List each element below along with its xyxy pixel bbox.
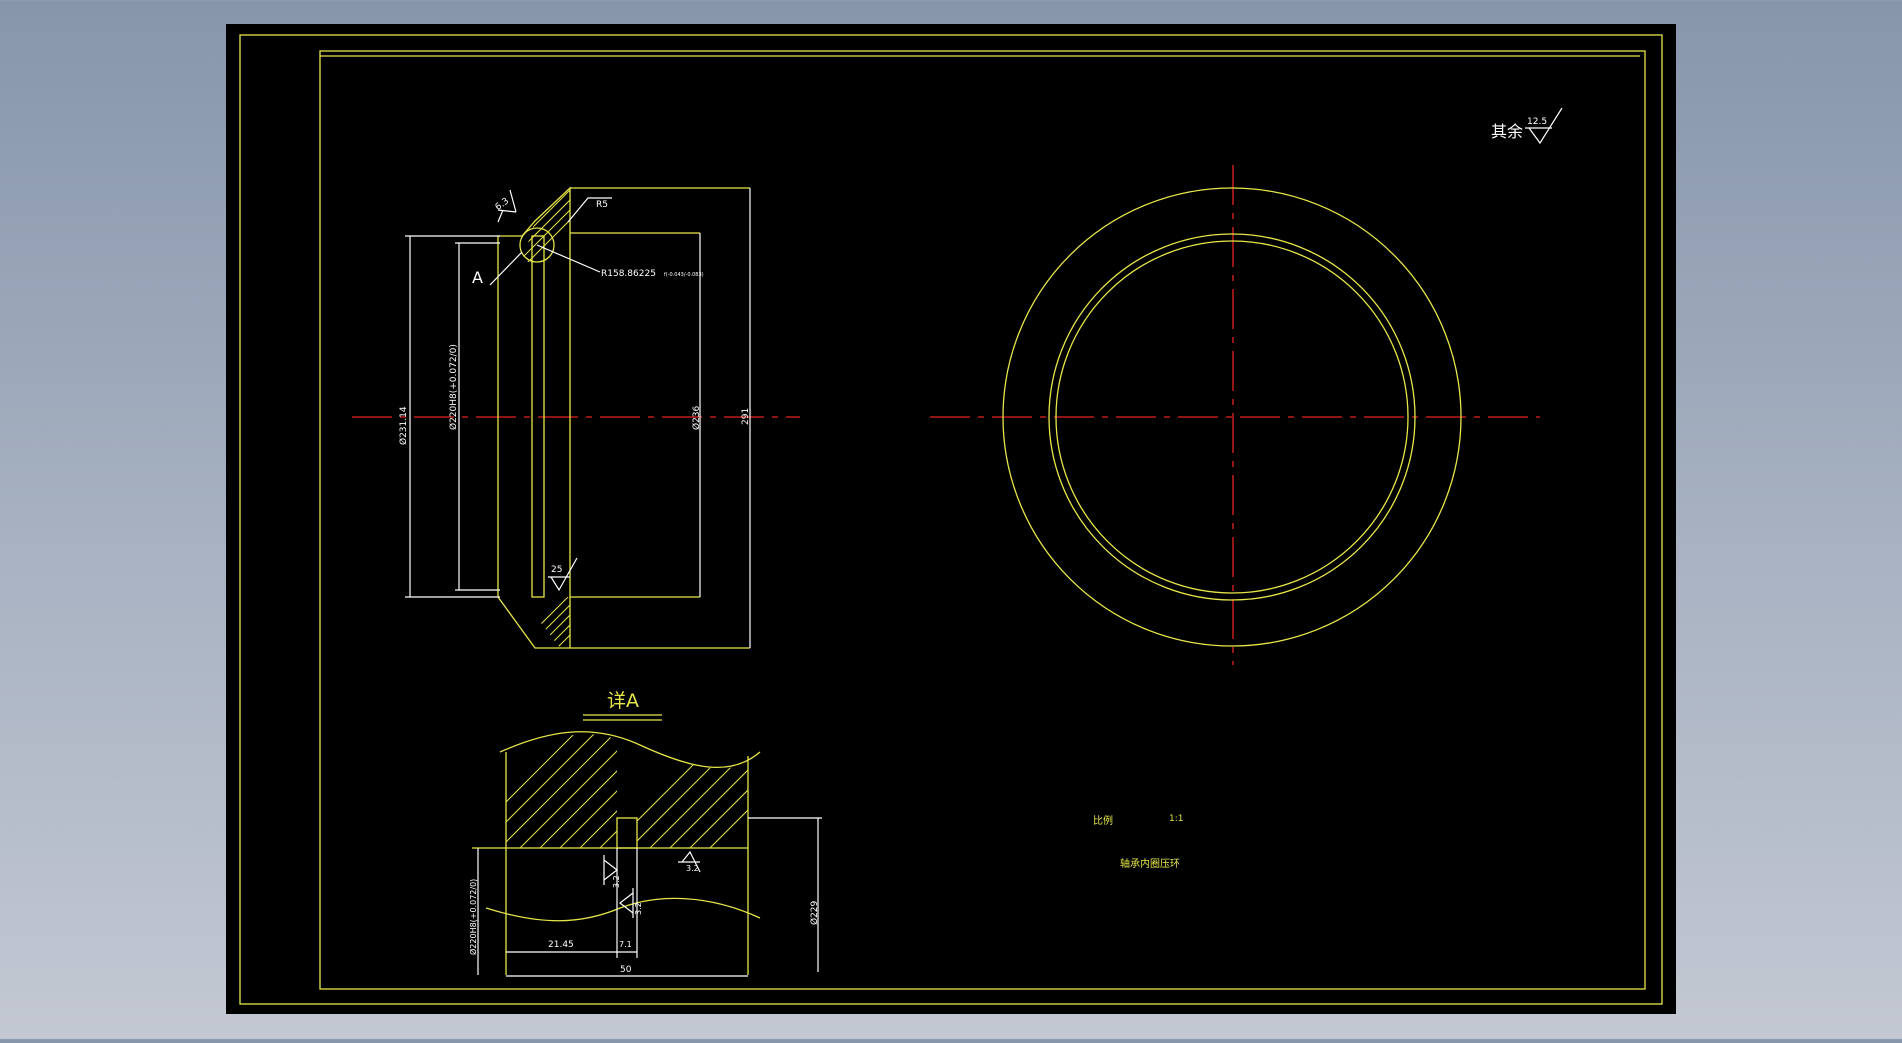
surface-note-value: 12.5 xyxy=(1527,117,1547,127)
detail-dim-d229: Ø229 xyxy=(809,900,820,925)
dim-291: 291 xyxy=(741,408,751,425)
detail-dim-50: 50 xyxy=(620,965,632,975)
detail-dim-d220: Ø220H8(+0.072/0) xyxy=(468,879,478,955)
dim-d220: Ø220H8(+0.072/0) xyxy=(448,344,459,430)
cad-viewport[interactable]: 其余 12.5 A R5 6.3 R158.86225 f(-0.043/-0.… xyxy=(0,0,1902,1039)
scale-label: 比例 xyxy=(1093,814,1113,827)
drawing-sheet xyxy=(226,24,1676,1014)
dim-d231: Ø231.14 xyxy=(398,406,409,445)
detail-roughness-b: 3.2 xyxy=(634,902,643,915)
detail-title: 详A xyxy=(607,690,639,712)
detail-roughness-c: 3.2 xyxy=(686,864,699,873)
detail-roughness-a: 3.2 xyxy=(612,875,621,888)
callout-a-label: A xyxy=(472,268,483,287)
detail-dim-2145: 21.45 xyxy=(548,940,574,950)
scale-value: 1:1 xyxy=(1169,814,1183,824)
detail-dim-71: 7.1 xyxy=(619,940,632,949)
dim-r158: R158.86225 xyxy=(601,269,656,279)
part-name: 轴承内圈压环 xyxy=(1120,857,1180,870)
dim-roughness-25: 25 xyxy=(551,565,562,575)
dim-r5: R5 xyxy=(596,200,608,210)
surface-note-label: 其余 xyxy=(1491,122,1523,141)
dim-d236: Ø236 xyxy=(691,405,702,430)
dim-r158-tol: f(-0.043/-0.083) xyxy=(664,272,704,278)
